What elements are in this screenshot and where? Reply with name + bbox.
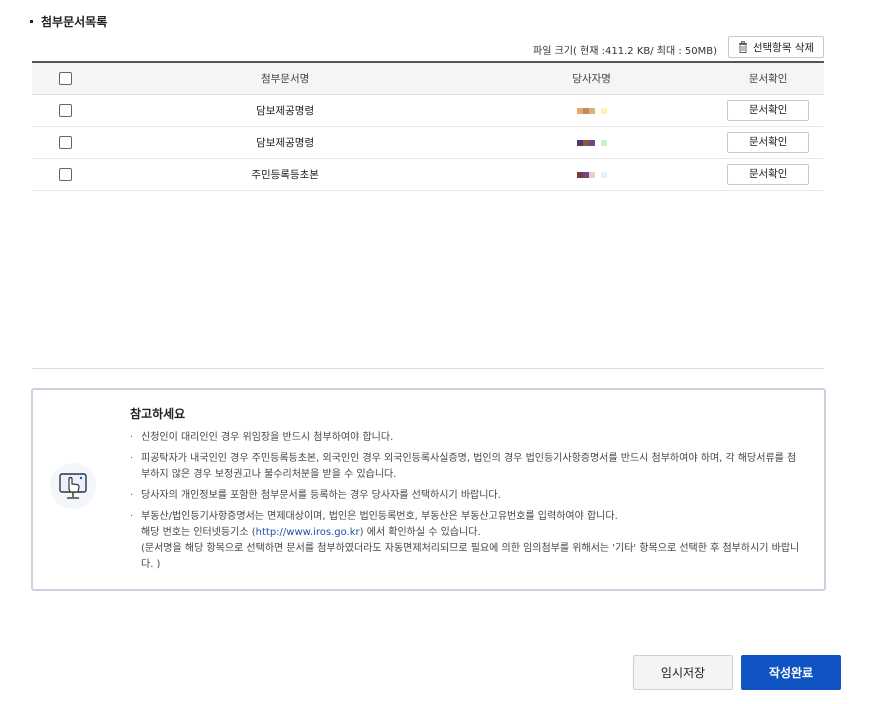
complete-button[interactable]: 작성완료 [741,655,841,690]
section-divider [32,368,824,369]
header-doc-name: 첨부문서명 [99,62,471,95]
delete-selected-button[interactable]: 선택항목 삭제 [728,36,824,58]
header-checkbox-cell [32,62,100,95]
doc-name: 담보제공명령 [99,94,471,127]
redaction-swatch [600,139,607,146]
touch-monitor-icon [50,463,96,509]
doc-confirm-button[interactable]: 문서확인 [727,100,810,121]
bullet-icon [30,20,33,23]
table-row: 담보제공명령 문서확인 [32,94,824,127]
row-checkbox-cell [32,158,100,191]
row-checkbox-cell [32,94,100,127]
row-checkbox[interactable] [59,104,73,117]
doc-confirm-cell: 문서확인 [712,158,824,191]
notice-text: 부동산/법인등기사항증명서는 면제대상이며, 법인은 법인등록번호, 부동산은 … [141,511,618,522]
notice-item: 피공탁자가 내국인인 경우 주민등록등초본, 외국인인 경우 외국인등록사실증명… [130,451,800,483]
notice-text: ) 에서 확인하실 수 있습니다. [359,527,481,538]
redacted-block [576,107,607,114]
doc-confirm-cell: 문서확인 [712,94,824,127]
attachment-table: 첨부문서명 당사자명 문서확인 담보제공명령 문서확인 담보제공명령 문서확인 … [32,61,824,191]
notice-text: (문서명을 해당 항목으로 선택하면 문서를 첨부하였더라도 자동면제처리되므로… [141,543,800,570]
notice-item: 신청인이 대리인인 경우 위임장을 반드시 첨부하여야 합니다. [130,430,800,446]
header-party-name: 당사자명 [470,62,713,95]
redacted-block [576,171,607,178]
notice-item: 부동산/법인등기사항증명서는 면제대상이며, 법인은 법인등록번호, 부동산은 … [130,509,800,573]
trash-icon [738,41,747,53]
delete-selected-label: 선택항목 삭제 [752,41,815,54]
notice-box: 참고하세요 신청인이 대리인인 경우 위임장을 반드시 첨부하여야 합니다. 피… [31,388,826,591]
section-title: 첨부문서목록 [30,13,107,30]
iros-link[interactable]: http://www.iros.go.kr [256,527,360,538]
party-name-redacted [470,158,713,191]
notice-list: 신청인이 대리인인 경우 위임장을 반드시 첨부하여야 합니다. 피공탁자가 내… [130,430,800,578]
notice-text: 해당 번호는 인터넷등기소 ( [141,527,256,538]
notice-item: 당사자의 개인정보를 포함한 첨부문서를 등록하는 경우 당사자를 선택하시기 … [130,488,800,504]
doc-confirm-button[interactable]: 문서확인 [727,164,810,185]
table-row: 담보제공명령 문서확인 [32,126,824,159]
notice-title: 참고하세요 [130,407,186,421]
select-all-checkbox[interactable] [59,72,73,85]
party-name-redacted [470,94,713,127]
doc-confirm-button[interactable]: 문서확인 [727,132,810,153]
table-row: 주민등록등초본 문서확인 [32,158,824,191]
row-checkbox[interactable] [59,168,73,181]
doc-name: 주민등록등초본 [99,158,471,191]
table-header-row: 첨부문서명 당사자명 문서확인 [32,62,824,95]
row-checkbox[interactable] [59,136,73,149]
file-size-info: 파일 크기( 현재 :411.2 KB/ 최대 : 50MB) [533,46,718,57]
redaction-swatch [600,171,607,178]
party-name-redacted [470,126,713,159]
redacted-block [576,139,607,146]
temp-save-button[interactable]: 임시저장 [633,655,733,690]
redaction-swatch [600,107,607,114]
section-title-text: 첨부문서목록 [41,15,108,29]
header-doc-confirm: 문서확인 [712,62,824,95]
doc-confirm-cell: 문서확인 [712,126,824,159]
row-checkbox-cell [32,126,100,159]
doc-name: 담보제공명령 [99,126,471,159]
